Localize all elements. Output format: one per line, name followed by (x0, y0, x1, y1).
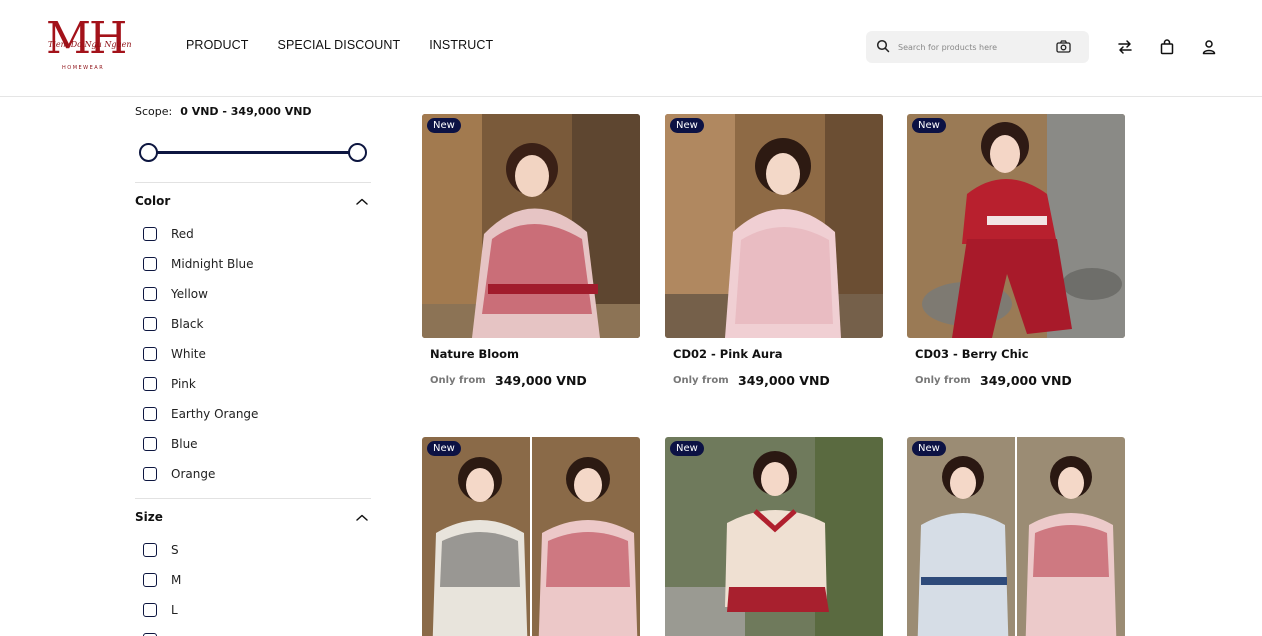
size-filter-title[interactable]: Size (135, 510, 163, 524)
new-badge: New (912, 441, 946, 456)
search-input[interactable] (898, 38, 1048, 56)
checkbox[interactable] (143, 467, 157, 481)
product-image[interactable]: New (422, 437, 640, 636)
checkbox[interactable] (143, 437, 157, 451)
product-image[interactable]: New (907, 437, 1125, 636)
color-option-label[interactable]: White (171, 347, 206, 361)
user-icon[interactable] (1201, 39, 1217, 55)
logo-letters: MH (46, 13, 127, 64)
chevron-up-icon[interactable] (355, 513, 369, 523)
search-bar (866, 31, 1089, 63)
price-prefix: Only from (915, 375, 971, 386)
checkbox[interactable] (143, 287, 157, 301)
new-badge: New (912, 118, 946, 133)
product-price: 349,000 VND (738, 373, 830, 388)
new-badge: New (670, 118, 704, 133)
price-prefix: Only from (430, 375, 486, 386)
new-badge: New (670, 441, 704, 456)
color-filter-title[interactable]: Color (135, 194, 170, 208)
nav-special-discount[interactable]: SPECIAL DISCOUNT (278, 38, 401, 52)
product-card[interactable]: New CD03 - Berry Chic Only from 349,000 … (907, 114, 1125, 388)
size-option-label[interactable]: S (171, 543, 179, 557)
divider (135, 182, 371, 183)
checkbox[interactable] (143, 573, 157, 587)
price-prefix: Only from (673, 375, 729, 386)
main-nav: PRODUCT SPECIAL DISCOUNT INSTRUCT (186, 38, 522, 52)
nav-instruct[interactable]: INSTRUCT (429, 38, 493, 52)
checkbox[interactable] (143, 603, 157, 617)
divider (135, 498, 371, 499)
product-card[interactable]: New (665, 437, 883, 636)
scope-value: 0 VND - 349,000 VND (180, 105, 312, 118)
product-name[interactable]: CD02 - Pink Aura (673, 347, 783, 361)
color-option-label[interactable]: Orange (171, 467, 215, 481)
checkbox[interactable] (143, 257, 157, 271)
color-option-label[interactable]: Black (171, 317, 203, 331)
price-scope: Scope: 0 VND - 349,000 VND (135, 105, 312, 118)
site-header: MH Tiem Do Ngu Nguen HOMEWEAR PRODUCT SP… (0, 0, 1262, 97)
product-image[interactable]: New (907, 114, 1125, 338)
price-slider-min-handle[interactable] (139, 143, 158, 162)
color-option-label[interactable]: Earthy Orange (171, 407, 258, 421)
checkbox[interactable] (143, 407, 157, 421)
scope-label: Scope: (135, 105, 173, 118)
size-option-label[interactable]: L (171, 603, 178, 617)
checkbox[interactable] (143, 543, 157, 557)
product-name[interactable]: CD03 - Berry Chic (915, 347, 1029, 361)
chevron-up-icon[interactable] (355, 197, 369, 207)
checkbox[interactable] (143, 317, 157, 331)
checkbox[interactable] (143, 377, 157, 391)
color-option-label[interactable]: Blue (171, 437, 198, 451)
price-slider-max-handle[interactable] (348, 143, 367, 162)
nav-product[interactable]: PRODUCT (186, 38, 249, 52)
checkbox[interactable] (143, 347, 157, 361)
search-icon[interactable] (876, 39, 890, 53)
product-card[interactable]: New Nature Bloom Only from 349,000 VND (422, 114, 640, 388)
product-card[interactable]: New (422, 437, 640, 636)
color-option-label[interactable]: Midnight Blue (171, 257, 254, 271)
product-image[interactable]: New (422, 114, 640, 338)
new-badge: New (427, 441, 461, 456)
price-slider-track[interactable] (156, 151, 352, 154)
product-price: 349,000 VND (495, 373, 587, 388)
product-image[interactable]: New (665, 437, 883, 636)
color-option-label[interactable]: Pink (171, 377, 196, 391)
product-card[interactable]: New CD02 - Pink Aura Only from 349,000 V… (665, 114, 883, 388)
compare-icon[interactable] (1117, 39, 1133, 55)
bag-icon[interactable] (1159, 39, 1175, 55)
camera-icon[interactable] (1056, 40, 1071, 53)
new-badge: New (427, 118, 461, 133)
product-card[interactable]: New (907, 437, 1125, 636)
logo-subtitle: HOMEWEAR (62, 65, 105, 71)
size-option-label[interactable]: M (171, 573, 181, 587)
product-image[interactable]: New (665, 114, 883, 338)
color-option-label[interactable]: Red (171, 227, 194, 241)
product-price: 349,000 VND (980, 373, 1072, 388)
checkbox[interactable] (143, 227, 157, 241)
brand-logo[interactable]: MH Tiem Do Ngu Nguen HOMEWEAR (46, 13, 138, 74)
color-option-label[interactable]: Yellow (171, 287, 208, 301)
logo-script: Tiem Do Ngu Nguen (48, 40, 132, 49)
product-name[interactable]: Nature Bloom (430, 347, 519, 361)
